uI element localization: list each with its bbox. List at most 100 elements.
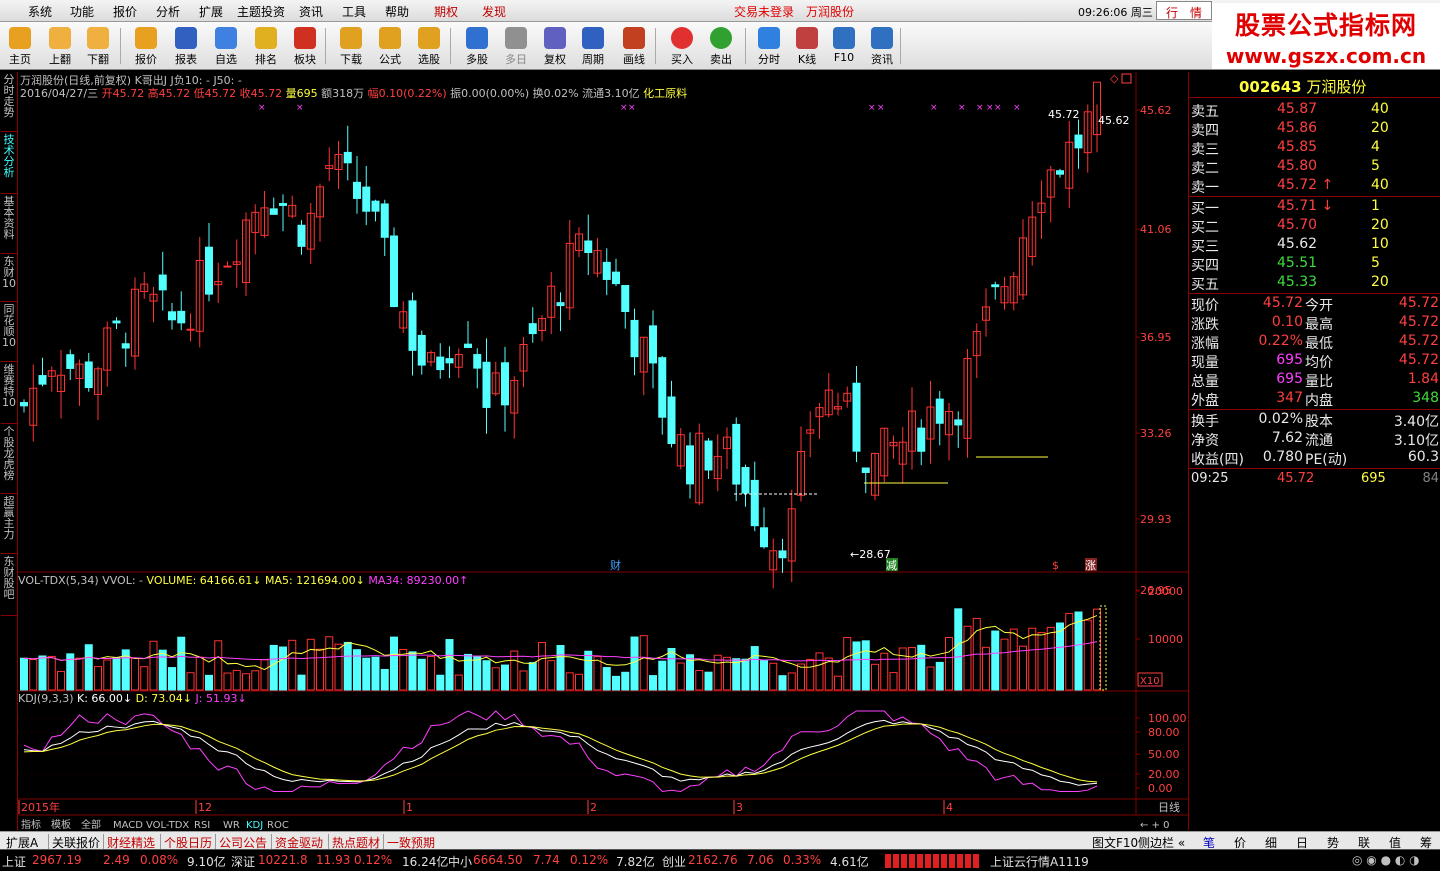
volume-bar [482, 660, 491, 691]
candle-body [602, 261, 611, 280]
left-nav-tab-2[interactable]: 基本资料 [1, 196, 17, 254]
candle-body [935, 398, 944, 424]
left-nav-tab-6[interactable]: 个股龙虎榜 [1, 426, 17, 494]
candle-body [417, 334, 426, 366]
left-nav-tab-5[interactable]: 维赛特10 [1, 364, 17, 424]
left-nav-tab-7[interactable]: 超赢主力 [1, 496, 17, 554]
toolbar-button-14[interactable]: 周期 [575, 25, 611, 67]
left-nav-tab-0[interactable]: 分时走势 [1, 74, 17, 132]
brand-url: www.gszx.com.cn [1225, 44, 1427, 68]
menu-function[interactable]: 功能 [70, 3, 94, 20]
ohlc-field: 高45.72 [144, 86, 190, 100]
left-nav-tab-1[interactable]: 技术分析 [1, 134, 17, 194]
menu-theme[interactable]: 主题投资 [237, 3, 285, 20]
status-icons[interactable]: ◎ ◉ ● ◐ ◑ [1352, 853, 1436, 869]
toolbar-button-16[interactable]: 买入 [664, 25, 700, 67]
candle-body [954, 419, 963, 426]
toolbar-button-17[interactable]: 卖出 [703, 25, 739, 67]
event-dollar: $ [1052, 559, 1059, 572]
trade-login-status[interactable]: 交易未登录 [734, 3, 794, 20]
time-label: 2 [590, 801, 597, 814]
stat-row: 外盘 347 内盘 348 [1189, 389, 1440, 409]
volume-bar [769, 662, 778, 691]
kline-chart-svg[interactable]: 万润股份(日线,前复权) K哥出J J负10: - J50: -2016/04/… [18, 72, 1188, 831]
stat-label: 最低 [1305, 336, 1333, 352]
buy-volume: 20 [1371, 274, 1389, 290]
menu-tools[interactable]: 工具 [342, 3, 366, 20]
sell-level-label: 卖五 [1191, 104, 1219, 120]
toolbar-button-5[interactable]: 自选 [208, 25, 244, 67]
toolbar-button-18[interactable]: 分时 [751, 25, 787, 67]
volume-bar [371, 656, 380, 691]
signal-x-mark: × [296, 103, 304, 113]
toolbar-button-20[interactable]: F10 [826, 25, 862, 67]
toolbar-button-2[interactable]: 下翻 [80, 25, 116, 67]
menu-analysis[interactable]: 分析 [156, 3, 180, 20]
toolbar-button-19[interactable]: K线 [789, 25, 825, 67]
toolbar-button-10[interactable]: 选股 [411, 25, 447, 67]
volume-bar [575, 673, 583, 691]
volume-bar [491, 667, 500, 691]
buy-row: 买二 45.70 20 [1189, 216, 1440, 236]
toolbar-button-12[interactable]: 多日 [498, 25, 534, 67]
volume-bar [834, 675, 842, 691]
hangqing-tab[interactable]: 行 情 [1156, 1, 1212, 20]
candle-body [917, 427, 926, 452]
sector-icon [294, 27, 316, 49]
stat-label: PE(动) [1305, 452, 1348, 468]
toolbar-label: 下翻 [87, 53, 109, 66]
zoom-controls: ← + 0 [1140, 820, 1169, 830]
toolbar-button-1[interactable]: 上翻 [42, 25, 78, 67]
toolbar-separator [450, 28, 451, 64]
stat-value: 3.10亿 [1393, 433, 1439, 449]
candle-body [1056, 170, 1064, 175]
left-nav-tab-3[interactable]: 东财10 [1, 256, 17, 302]
menu-help[interactable]: 帮助 [385, 3, 409, 20]
volume-bar [325, 636, 334, 691]
toolbar-separator [120, 28, 121, 64]
toolbar-button-13[interactable]: 复权 [537, 25, 573, 67]
candle-body [371, 200, 380, 212]
toolbar-button-7[interactable]: 板块 [287, 25, 323, 67]
divider [1189, 468, 1440, 469]
indicator-tab-8: ROC [267, 820, 289, 830]
multi-stock-icon [466, 27, 488, 49]
left-nav-tab-4[interactable]: 同花顺10 [1, 304, 17, 362]
menu-system[interactable]: 系统 [28, 3, 52, 20]
volume-bars [20, 608, 1101, 691]
menu-quote[interactable]: 报价 [113, 3, 137, 20]
sz-value: 10221.8 [258, 853, 308, 867]
volume-bar [602, 667, 611, 691]
menu-options[interactable]: 期权 [434, 3, 458, 20]
volume-bar [621, 671, 630, 691]
menu-discover[interactable]: 发现 [482, 3, 506, 20]
toolbar-button-6[interactable]: 排名 [248, 25, 284, 67]
menu-extend[interactable]: 扩展 [199, 3, 223, 20]
volume-bar [917, 644, 926, 691]
adjust-icon [544, 27, 566, 49]
toolbar-button-0[interactable]: 主页 [2, 25, 38, 67]
menu-news[interactable]: 资讯 [299, 3, 323, 20]
toolbar-button-11[interactable]: 多股 [459, 25, 495, 67]
indicator-tab-1: 模板 [51, 818, 71, 830]
toolbar-button-3[interactable]: 报价 [128, 25, 164, 67]
stat-value: 1.84 [1407, 371, 1439, 387]
candle-body [390, 235, 398, 308]
toolbar-button-9[interactable]: 公式 [372, 25, 408, 67]
volume-bar [760, 659, 768, 691]
toolbar-button-21[interactable]: 资讯 [864, 25, 900, 67]
brand-title: 股票公式指标网 [1234, 11, 1417, 40]
volume-bar [861, 640, 870, 691]
left-nav-tab-8[interactable]: 东财股吧 [1, 556, 17, 616]
toolbar-button-15[interactable]: 画线 [616, 25, 652, 67]
buy-volume: 1 [1371, 198, 1380, 214]
volume-bar [232, 669, 241, 691]
kline-chart-area[interactable]: 万润股份(日线,前复权) K哥出J J负10: - J50: -2016/04/… [18, 72, 1188, 831]
volume-bar [538, 642, 546, 691]
toolbar-button-8[interactable]: 下载 [333, 25, 369, 67]
stat-label: 量比 [1305, 374, 1333, 390]
toolbar-button-4[interactable]: 报表 [168, 25, 204, 67]
ohlc-field: 振0.00(0.00%) [447, 86, 530, 100]
volume-bar [131, 657, 139, 691]
candle-body [445, 358, 454, 364]
